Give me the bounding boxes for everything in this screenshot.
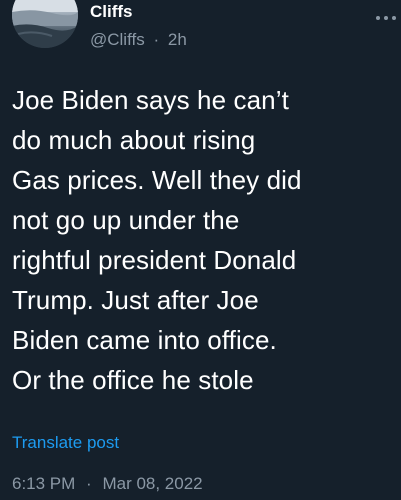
tweet-time: 6:13 PM: [12, 474, 76, 493]
translate-post-link[interactable]: Translate post: [12, 433, 119, 453]
timestamp-separator: ·: [86, 474, 92, 493]
tweet-text: Joe Biden says he can’t do much about ri…: [12, 85, 302, 395]
tweet-date: Mar 08, 2022: [102, 474, 203, 493]
tweet-timestamp[interactable]: 6:13 PM · Mar 08, 2022: [12, 474, 203, 494]
display-name[interactable]: Cliffs: [90, 2, 133, 22]
meta-separator: ·: [153, 30, 160, 49]
handle[interactable]: @Cliffs: [90, 30, 145, 49]
more-options-icon[interactable]: [375, 14, 397, 22]
relative-time[interactable]: 2h: [168, 30, 187, 49]
author-meta: @Cliffs · 2h: [90, 30, 187, 50]
avatar[interactable]: [12, 0, 78, 48]
